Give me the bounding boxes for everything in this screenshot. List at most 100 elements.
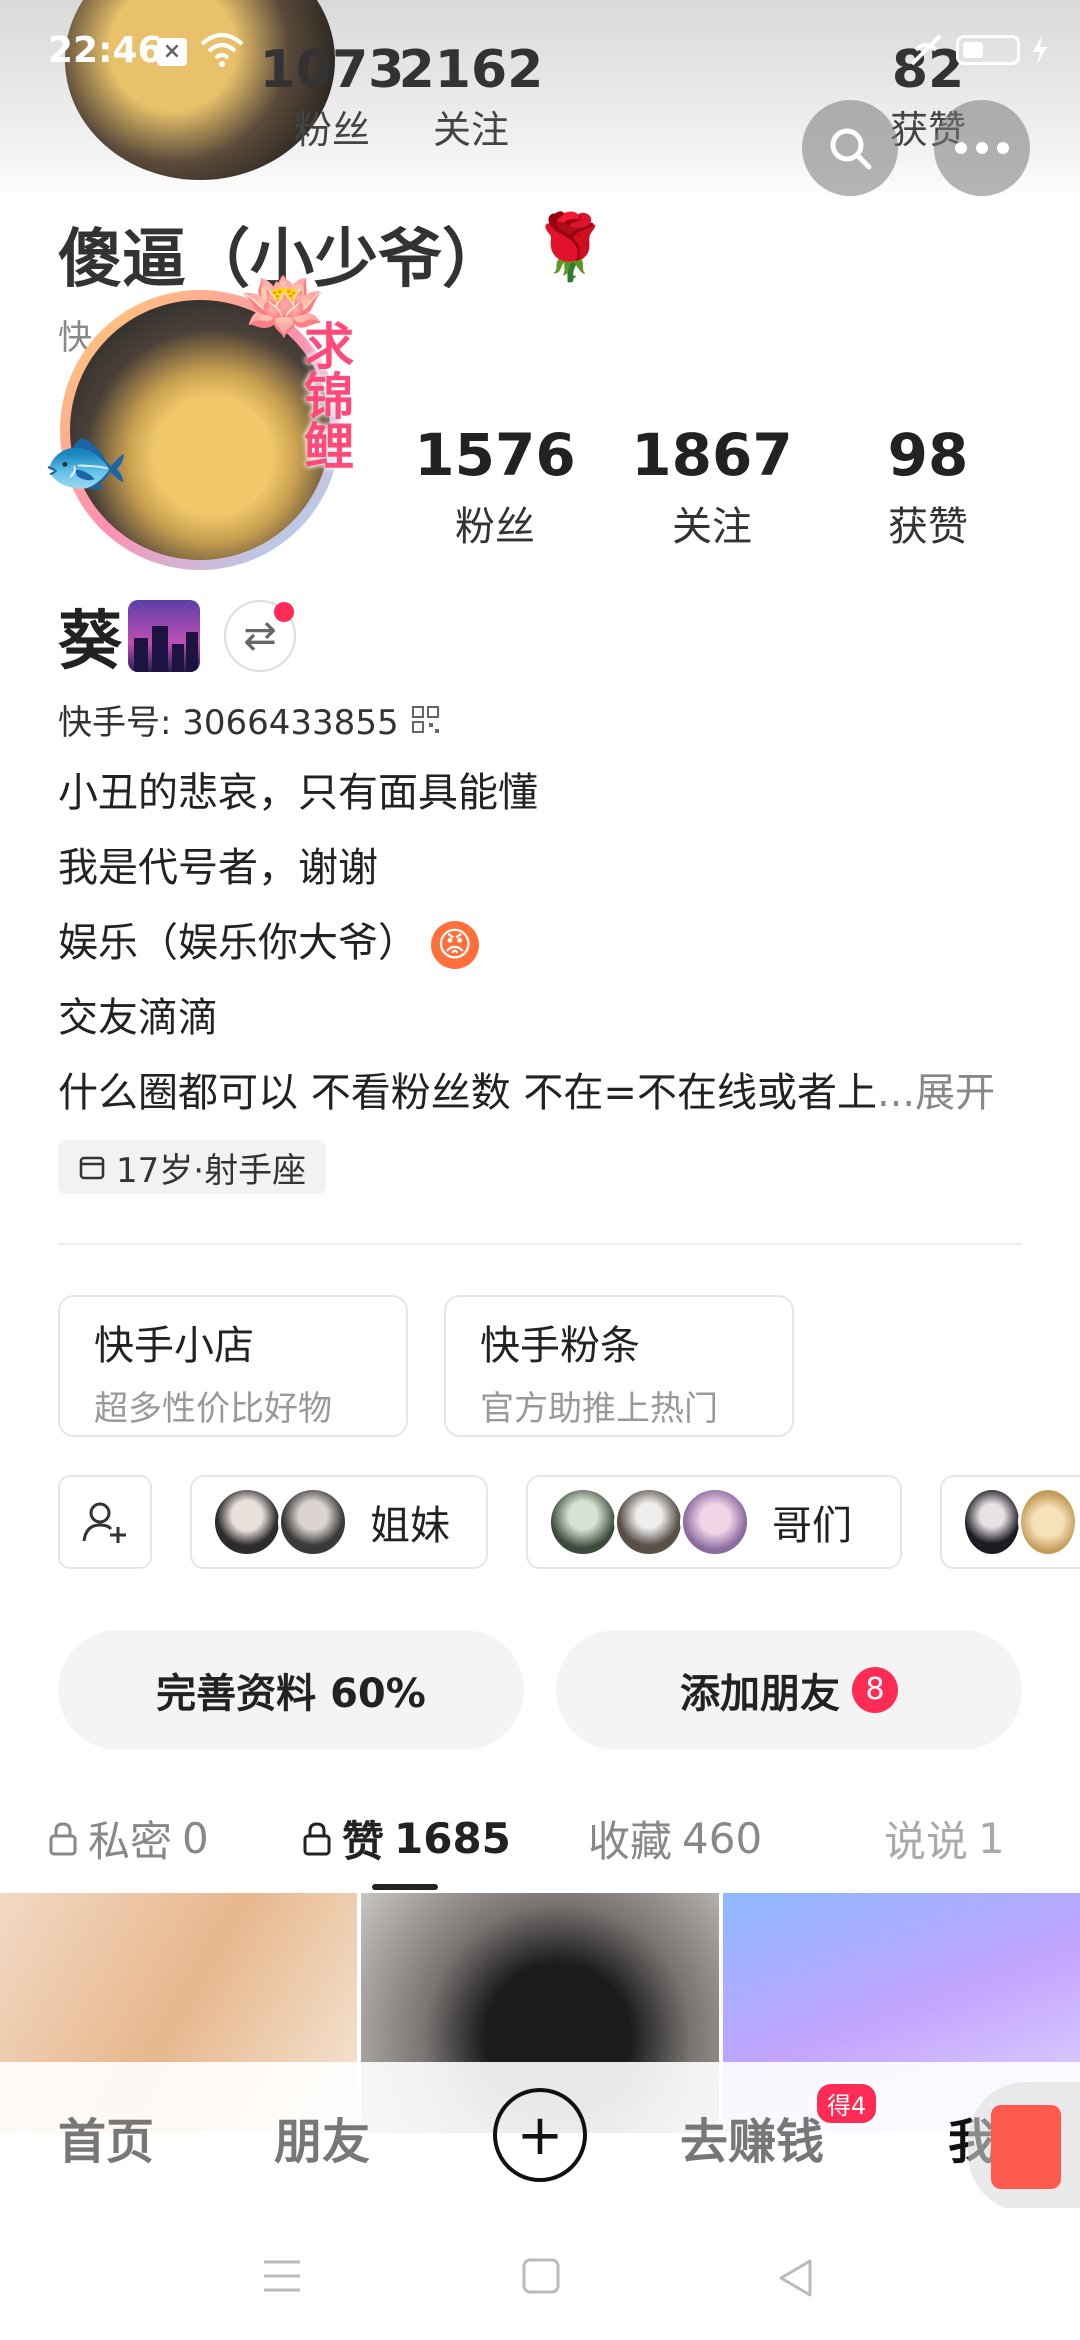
group-avatar xyxy=(278,1487,348,1557)
search-button[interactable] xyxy=(802,100,898,196)
fans-label: 粉丝 xyxy=(455,503,535,550)
bottom-nav: 首页 朋友 + 去赚钱 得4 我 xyxy=(0,2062,1080,2208)
group-avatar xyxy=(962,1487,1022,1557)
profile-name: 葵 xyxy=(58,605,122,679)
group-avatar xyxy=(1018,1487,1078,1557)
nav-home[interactable]: 首页 xyxy=(58,2102,154,2172)
group-avatar xyxy=(614,1487,684,1557)
tab-likes-count: 1685 xyxy=(394,1814,511,1863)
shop-card-title: 快手小店 xyxy=(94,1323,254,1369)
profile-avatar[interactable]: 🐟 🪷 求锦鲤 xyxy=(42,265,360,580)
system-nav-bar xyxy=(0,2208,1080,2340)
kuaishou-id-row[interactable]: 快手号: 3066433855 xyxy=(58,695,441,744)
age-zodiac-text: 17岁·射手座 xyxy=(116,1150,307,1191)
more-button[interactable] xyxy=(934,100,1030,196)
bio-line-3: 娱乐（娱乐你大爷） 😡 xyxy=(58,910,479,969)
kuaishou-id: 快手号: 3066433855 xyxy=(58,703,399,743)
lock-icon xyxy=(303,1821,331,1855)
tab-favorites[interactable]: 收藏 460 xyxy=(588,1808,762,1869)
signal-off-icon xyxy=(910,34,942,66)
search-icon xyxy=(830,128,872,170)
koi-fish-icon: 🐟 xyxy=(42,420,130,502)
kuaishou-shop-card[interactable]: 快手小店 超多性价比好物 xyxy=(58,1295,408,1437)
create-button[interactable]: + xyxy=(493,2088,587,2182)
wifi-icon xyxy=(200,33,244,67)
red-packet-button[interactable] xyxy=(968,2082,1080,2212)
status-right xyxy=(906,30,1050,70)
battery-icon xyxy=(956,35,1020,65)
tab-likes-label: 赞 xyxy=(342,1817,385,1866)
home-square-icon[interactable] xyxy=(522,2258,560,2294)
status-bar: 22:46 × xyxy=(0,0,1080,110)
name-row: 葵 ⇄ xyxy=(58,590,296,682)
group-avatar xyxy=(548,1487,618,1557)
tab-private[interactable]: 私密 0 xyxy=(48,1808,209,1869)
complete-profile-button[interactable]: 完善资料 60% xyxy=(58,1630,524,1750)
content-tabs: 私密 0 赞 1685 收藏 460 说说 1 xyxy=(0,1790,1080,1890)
following-count: 1867 xyxy=(631,421,793,489)
tab-private-count: 0 xyxy=(182,1814,209,1863)
tab-moments-label: 说说 xyxy=(884,1817,969,1866)
group-avatar xyxy=(680,1487,750,1557)
add-person-icon xyxy=(82,1502,126,1543)
stat-likes[interactable]: 98 获赞 xyxy=(828,425,1028,552)
red-packet-icon xyxy=(991,2105,1061,2189)
shop-card-subtitle: 超多性价比好物 xyxy=(94,1389,332,1429)
tab-moments-count: 1 xyxy=(978,1814,1005,1863)
more-dots-icon xyxy=(955,142,1009,154)
stat-fans[interactable]: 1576 粉丝 xyxy=(395,425,595,552)
tab-private-label: 私密 xyxy=(88,1817,173,1866)
tab-favorites-count: 460 xyxy=(682,1814,763,1863)
city-night-icon xyxy=(128,600,200,672)
angry-face-icon: 😡 xyxy=(430,921,479,969)
fans-count: 1576 xyxy=(414,421,576,489)
bio-line-3-text: 娱乐（娱乐你大爷） xyxy=(58,920,418,966)
plus-icon: + xyxy=(516,2102,564,2168)
notification-dot xyxy=(274,602,294,622)
group-sisters[interactable]: 姐妹 xyxy=(190,1475,488,1569)
nav-friends[interactable]: 朋友 xyxy=(274,2102,370,2172)
group-name: 姐妹 xyxy=(370,1503,450,1549)
age-zodiac-tag: 17岁·射手座 xyxy=(58,1140,327,1194)
add-group-button[interactable] xyxy=(58,1475,152,1569)
group-more[interactable] xyxy=(940,1475,1080,1569)
fantiao-card-subtitle: 官方助推上热门 xyxy=(480,1389,718,1429)
tab-likes[interactable]: 赞 1685 xyxy=(302,1808,511,1869)
divider xyxy=(58,1243,1022,1245)
fantiao-card[interactable]: 快手粉条 官方助推上热门 xyxy=(444,1295,794,1437)
following-label: 关注 xyxy=(672,503,752,550)
rose-icon: 🌹 xyxy=(530,211,610,285)
status-time: 22:46 xyxy=(48,30,163,71)
avatar-badge-text: 求锦鲤 xyxy=(296,320,354,470)
bio-line-1: 小丑的悲哀，只有面具能懂 xyxy=(58,770,538,816)
menu-icon[interactable] xyxy=(262,2258,302,2294)
tab-favorites-label: 收藏 xyxy=(588,1817,673,1866)
charging-icon xyxy=(1033,35,1047,65)
qr-code-icon xyxy=(411,705,439,733)
group-avatar xyxy=(212,1487,282,1557)
group-name: 哥们 xyxy=(772,1503,852,1549)
complete-profile-label: 完善资料 60% xyxy=(156,1671,426,1717)
bio-line-2: 我是代号者，谢谢 xyxy=(58,845,378,891)
add-friends-label: 添加朋友 xyxy=(680,1671,840,1717)
bio-line-5-text: 什么圈都可以 不看粉丝数 不在=不在线或者上 xyxy=(58,1070,877,1116)
add-friends-badge: 8 xyxy=(852,1667,898,1713)
calendar-icon xyxy=(79,1156,105,1180)
expand-bio-link[interactable]: ...展开 xyxy=(877,1070,995,1116)
tab-moments[interactable]: 说说 1 xyxy=(884,1808,1005,1869)
fantiao-card-title: 快手粉条 xyxy=(480,1323,640,1369)
active-tab-indicator xyxy=(372,1884,438,1890)
earn-badge: 得4 xyxy=(815,2082,879,2125)
nav-earn[interactable]: 去赚钱 xyxy=(680,2102,824,2172)
bio-line-5[interactable]: 什么圈都可以 不看粉丝数 不在=不在线或者上...展开 xyxy=(58,1060,995,1118)
likes-count: 98 xyxy=(887,421,969,489)
notification-icon: × xyxy=(157,38,187,66)
likes-label: 获赞 xyxy=(888,503,968,550)
lock-icon xyxy=(49,1821,77,1855)
back-icon[interactable] xyxy=(776,2258,814,2298)
group-brothers[interactable]: 哥们 xyxy=(526,1475,902,1569)
switch-account-button[interactable]: ⇄ xyxy=(224,600,296,672)
bio-line-4: 交友滴滴 xyxy=(58,995,218,1041)
add-friends-button[interactable]: 添加朋友 8 xyxy=(556,1630,1022,1750)
stat-following[interactable]: 1867 关注 xyxy=(612,425,812,552)
